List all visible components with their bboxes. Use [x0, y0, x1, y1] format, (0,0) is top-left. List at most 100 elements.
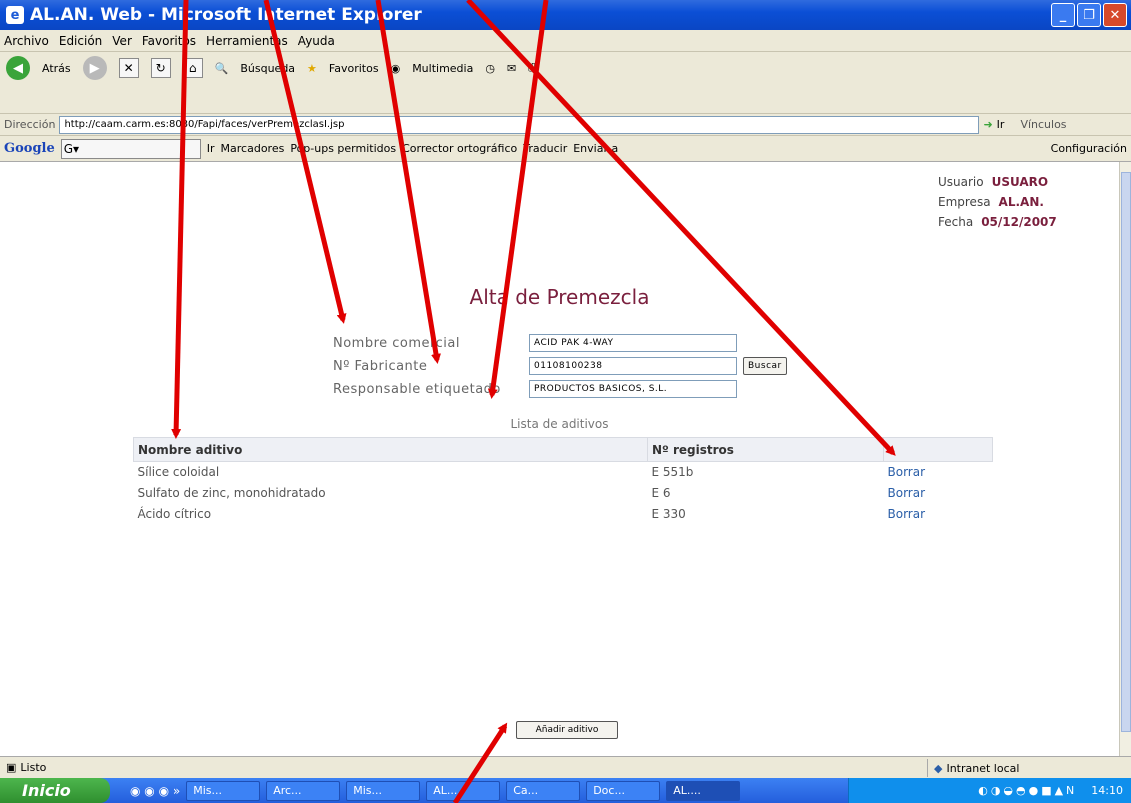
send-to-button[interactable]: Enviar a: [573, 142, 618, 155]
header-nombre-aditivo: Nombre aditivo: [133, 437, 648, 462]
status-bar: ▣ Listo ◆ Intranet local: [0, 756, 1131, 778]
search-icon[interactable]: 🔍: [215, 62, 229, 75]
google-search-input[interactable]: G▾: [60, 138, 201, 159]
additive-reg: E 330: [651, 507, 686, 521]
go-arrow-icon[interactable]: ➜: [983, 118, 992, 131]
menu-bar: Archivo Edición Ver Favoritos Herramient…: [0, 30, 1131, 52]
spellcheck-button[interactable]: Corrector ortográfico: [402, 142, 517, 155]
go-button[interactable]: Ir: [997, 118, 1005, 131]
nombre-comercial-label: Nombre comercial: [333, 335, 460, 351]
fabricante-field[interactable]: 01108100238: [529, 357, 737, 375]
home-icon[interactable]: ⌂: [182, 58, 203, 78]
additive-reg: E 6: [651, 486, 671, 500]
search-button[interactable]: Búsqueda: [240, 62, 295, 75]
taskbar-item[interactable]: Mis...: [186, 780, 261, 801]
list-title: Lista de aditivos: [510, 417, 609, 431]
menu-archivo[interactable]: Archivo: [4, 34, 49, 48]
user-value: USUARO: [991, 175, 1049, 189]
page-content: Usuario USUARO Empresa AL.AN. Fecha 05/12/2…: [0, 162, 1119, 756]
favorites-star-icon[interactable]: ★: [307, 62, 317, 75]
settings-button[interactable]: Configuración: [1051, 142, 1127, 155]
table-row: Sulfato de zinc, monohidratado E 6 Borra…: [134, 483, 993, 504]
address-label: Dirección: [4, 118, 56, 131]
minimize-icon[interactable]: _: [1051, 3, 1075, 27]
taskbar-item[interactable]: Mis...: [346, 780, 421, 801]
address-input[interactable]: http://caam.carm.es:8080/Fapi/faces/verP…: [59, 115, 980, 134]
security-zone: ◆ Intranet local: [927, 759, 1051, 777]
page-icon: ▣: [6, 761, 17, 774]
standard-buttons: ◀ Atrás ▶ ✕ ↻ ⌂ 🔍 Búsqueda ★ Favoritos ◉…: [0, 54, 537, 82]
table-row: Ácido cítrico E 330 Borrar: [134, 504, 993, 525]
quicklaunch-icons[interactable]: ◉ ◉ ◉ »: [130, 784, 180, 798]
maximize-icon[interactable]: ❐: [1077, 3, 1101, 27]
vertical-scrollbar[interactable]: [1119, 162, 1131, 756]
system-tray: ◐◑◒◓●■▲N 14:10: [848, 778, 1131, 803]
taskbar: Inicio ◉ ◉ ◉ » Mis... Arc... Mis... AL..…: [0, 778, 1131, 803]
favorites-button[interactable]: Favoritos: [329, 62, 379, 75]
zone-text: Intranet local: [946, 761, 1020, 775]
user-label: Usuario: [938, 175, 984, 189]
page-title: Alta de Premezcla: [469, 285, 650, 309]
google-logo: Google: [4, 141, 55, 156]
ie-window: e AL.AN. Web - Microsoft Internet Explor…: [0, 0, 1131, 803]
additive-reg: E 551b: [651, 465, 694, 480]
taskbar-item[interactable]: Doc...: [586, 780, 661, 801]
window-controls: _ ❐ ✕: [1051, 3, 1127, 27]
menu-edicion[interactable]: Edición: [59, 34, 102, 48]
mail-icon[interactable]: ✉: [507, 62, 516, 75]
add-additive-button[interactable]: Añadir aditivo: [516, 721, 618, 739]
translate-button[interactable]: Traducir: [523, 142, 567, 155]
address-url: http://caam.carm.es:8080/Fapi/faces/verP…: [64, 119, 345, 130]
address-bar: Dirección http://caam.carm.es:8080/Fapi/…: [0, 114, 1131, 136]
company-value: AL.AN.: [998, 195, 1044, 209]
multimedia-icon[interactable]: ◉: [391, 62, 401, 75]
date-value: 05/12/2007: [981, 215, 1057, 229]
menu-ayuda[interactable]: Ayuda: [298, 34, 335, 48]
links-label[interactable]: Vínculos: [1020, 118, 1066, 131]
tray-icons[interactable]: ◐◑◒◓●■▲N: [978, 784, 1077, 797]
stop-icon[interactable]: ✕: [118, 58, 139, 78]
menu-favoritos[interactable]: Favoritos: [142, 34, 196, 48]
responsable-label: Responsable etiquetado: [333, 381, 501, 397]
taskbar-item[interactable]: Ca...: [506, 780, 581, 801]
taskbar-item[interactable]: Arc...: [266, 780, 341, 801]
table-header: Nombre aditivo Nº registros: [133, 437, 993, 462]
responsable-field[interactable]: PRODUCTOS BASICOS, S.L.: [529, 380, 737, 398]
additive-name: Sílice coloidal: [137, 465, 220, 480]
fabricante-label: Nº Fabricante: [333, 358, 428, 374]
additive-name: Ácido cítrico: [137, 507, 212, 521]
multimedia-button[interactable]: Multimedia: [412, 62, 473, 75]
taskbar-item[interactable]: AL....: [426, 780, 501, 801]
status-text: Listo: [20, 761, 47, 774]
ie-logo-icon: e: [6, 6, 24, 24]
intranet-icon: ◆: [934, 761, 943, 775]
nombre-comercial-field[interactable]: ACID PAK 4-WAY: [529, 334, 737, 352]
back-button[interactable]: Atrás: [42, 62, 71, 75]
date-label: Fecha: [938, 215, 974, 229]
window-title: AL.AN. Web - Microsoft Internet Explorer: [30, 5, 422, 25]
popups-button[interactable]: Pop-ups permitidos: [290, 142, 396, 155]
google-toolbar: Google G▾ Ir Marcadores Pop-ups permitid…: [0, 136, 1131, 162]
menu-herramientas[interactable]: Herramientas: [206, 34, 288, 48]
back-arrow-icon[interactable]: ◀: [6, 56, 30, 80]
history-icon[interactable]: ◷: [485, 62, 495, 75]
bookmarks-button[interactable]: Marcadores: [221, 142, 285, 155]
print-icon[interactable]: ⎙: [528, 61, 537, 75]
additive-name: Sulfato de zinc, monohidratado: [137, 486, 326, 500]
refresh-icon[interactable]: ↻: [150, 58, 171, 78]
borrar-link[interactable]: Borrar: [884, 504, 993, 525]
scroll-thumb[interactable]: [1121, 172, 1131, 732]
header-actions: [883, 437, 993, 462]
taskbar-item-active[interactable]: AL....: [666, 780, 741, 801]
close-icon[interactable]: ✕: [1103, 3, 1127, 27]
header-num-registros: Nº registros: [647, 437, 884, 462]
premix-form: Nombre comercial ACID PAK 4-WAY Nº Fabri…: [333, 332, 787, 401]
browser-toolbar: ◀ Atrás ▶ ✕ ↻ ⌂ 🔍 Búsqueda ★ Favoritos ◉…: [0, 52, 1131, 114]
start-button[interactable]: Inicio: [0, 778, 110, 803]
forward-arrow-icon[interactable]: ▶: [82, 56, 107, 80]
menu-ver[interactable]: Ver: [112, 34, 132, 48]
google-go-button[interactable]: Ir: [207, 142, 215, 155]
borrar-link[interactable]: Borrar: [884, 462, 993, 483]
buscar-button[interactable]: Buscar: [743, 357, 787, 375]
borrar-link[interactable]: Borrar: [884, 483, 993, 504]
